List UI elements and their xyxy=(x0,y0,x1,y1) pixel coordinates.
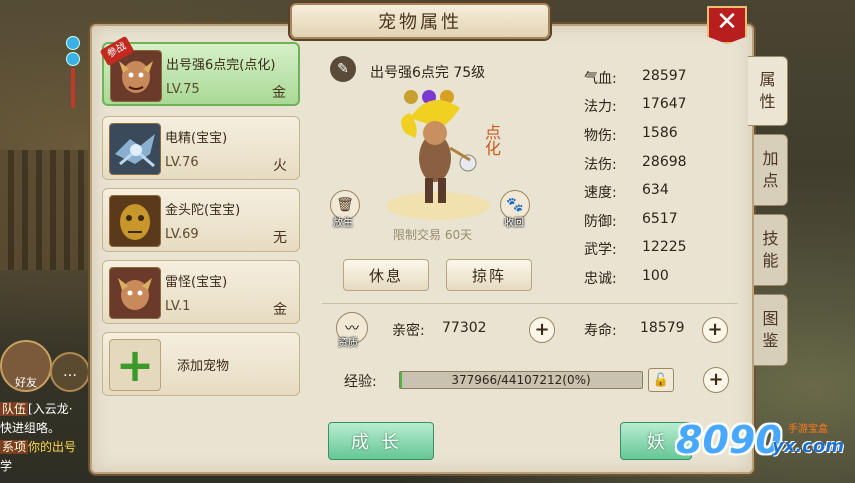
pet-level: LV.1 xyxy=(165,299,191,314)
formation-button[interactable]: 掠阵 xyxy=(446,259,532,291)
chat-log: 队伍 [入云龙· 快进组咯。 系项 你的出号 学 xyxy=(0,400,76,476)
intimacy-label: 亲密: xyxy=(392,323,425,339)
tab-add-points[interactable]: 加点 xyxy=(754,134,788,206)
stat-row: 气血: 28597 xyxy=(584,68,687,87)
stat-row: 速度: 634 xyxy=(584,182,669,201)
divider xyxy=(322,303,738,304)
friends-button[interactable]: 好友 xyxy=(0,340,52,392)
tab-handbook-label: 图鉴 xyxy=(762,309,779,350)
pet-level: LV.69 xyxy=(165,227,199,242)
world-fence xyxy=(0,150,100,270)
chat-line: 快进组咯。 xyxy=(0,421,61,435)
chat-line: 系项 你的出号 xyxy=(0,440,77,454)
pet-level: LV.76 xyxy=(165,155,199,170)
pet-name: 雷怪(宝宝) xyxy=(165,275,228,290)
growth-button[interactable]: 成长 xyxy=(328,422,434,460)
watermark-number: 8090 xyxy=(676,418,782,462)
pet-avatar xyxy=(109,267,161,319)
experience-label: 经验: xyxy=(344,374,377,390)
lock-icon[interactable]: 🔓 xyxy=(648,368,674,392)
side-ornament xyxy=(66,34,80,124)
site-watermark-logo: 手游宝盒 8090 yx.com xyxy=(676,418,846,468)
tab-handbook[interactable]: 图鉴 xyxy=(754,294,788,366)
pet-avatar xyxy=(109,195,161,247)
pet-level: LV.75 xyxy=(166,82,200,97)
friends-label: 好友 xyxy=(15,376,37,389)
aptitude-label: 资质 xyxy=(338,338,358,349)
pet-element: 火 xyxy=(273,158,287,174)
close-icon: ✕ xyxy=(716,7,738,37)
chat-icon[interactable]: … xyxy=(50,352,90,392)
close-button[interactable]: ✕ xyxy=(707,6,747,44)
chat-line: 队伍 [入云龙· xyxy=(0,402,73,416)
tab-skills-label: 技能 xyxy=(762,229,779,270)
add-pet-icon: + xyxy=(109,339,161,391)
pet-avatar xyxy=(109,123,161,175)
stat-row: 武学: 12225 xyxy=(584,239,687,258)
intimacy-plus-button[interactable]: + xyxy=(529,317,555,343)
stat-row: 忠诚: 100 xyxy=(584,268,669,287)
pet-title: 出号强6点完 75级 xyxy=(370,65,486,81)
pet-card[interactable]: 雷怪(宝宝) LV.1 金 xyxy=(102,260,300,324)
stat-row: 防御: 6517 xyxy=(584,211,678,230)
rest-button[interactable]: 休息 xyxy=(343,259,429,291)
tab-attributes-label: 属性 xyxy=(759,70,776,111)
trade-limit-text: 限制交易 60天 xyxy=(393,228,473,242)
pet-name: 电精(宝宝) xyxy=(165,131,228,146)
experience-bar: 377966/44107212(0%) xyxy=(399,371,643,389)
tab-attributes[interactable]: 属性 xyxy=(748,56,788,126)
pet-element: 无 xyxy=(273,230,287,246)
lifespan-plus-button[interactable]: + xyxy=(702,317,728,343)
pet-element: 金 xyxy=(273,302,287,318)
panel-title: 宠物属性 xyxy=(290,3,550,39)
pet-card[interactable]: 金头陀(宝宝) LV.69 无 xyxy=(102,188,300,252)
intimacy-value: 77302 xyxy=(442,320,487,336)
stat-row: 物伤: 1586 xyxy=(584,125,678,144)
tab-add-points-label: 加点 xyxy=(762,149,779,190)
release-label: 放生 xyxy=(333,218,353,229)
pet-name: 金头陀(宝宝) xyxy=(165,203,241,218)
pet-card[interactable]: 参战 出号强6点完(点化) LV.75 金 xyxy=(99,35,300,106)
experience-plus-button[interactable]: + xyxy=(703,367,729,393)
experience-text: 377966/44107212(0%) xyxy=(451,373,591,387)
dianhua-label: 点化 xyxy=(482,124,501,156)
stat-row: 法伤: 28698 xyxy=(584,154,687,173)
tab-skills[interactable]: 技能 xyxy=(754,214,788,286)
add-pet-label: 添加宠物 xyxy=(177,359,230,374)
pet-list: 参战 出号强6点完(点化) LV.75 金 电精(宝宝) LV.76 火 金头陀… xyxy=(99,35,300,452)
watermark-domain: yx.com xyxy=(772,436,844,457)
lifespan-label: 寿命: xyxy=(584,323,617,339)
lifespan-value: 18579 xyxy=(640,320,685,336)
recall-label: 收回 xyxy=(504,218,524,229)
rename-pencil-icon[interactable]: ✎ xyxy=(330,56,356,82)
pet-name: 出号强6点完(点化) xyxy=(166,58,276,73)
stat-row: 法力: 17647 xyxy=(584,96,687,115)
pet-character-figure xyxy=(386,100,490,220)
add-pet-card[interactable]: + 添加宠物 xyxy=(102,332,300,396)
pet-card[interactable]: 电精(宝宝) LV.76 火 xyxy=(102,116,300,180)
chat-line: 学 xyxy=(0,459,13,473)
watermark-top-text: 手游宝盒 xyxy=(788,424,828,435)
pet-element: 金 xyxy=(272,85,286,101)
